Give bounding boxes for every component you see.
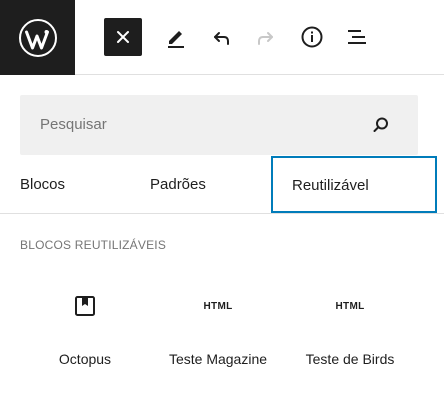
- close-inserter-button[interactable]: [104, 18, 142, 56]
- tab-reutilizavel[interactable]: Reutilizável: [271, 156, 437, 213]
- wordpress-logo-button[interactable]: [0, 0, 75, 75]
- list-view-button[interactable]: [338, 18, 376, 56]
- block-label: Teste Magazine: [168, 351, 268, 367]
- block-label: Teste de Birds: [305, 351, 395, 367]
- info-icon: [301, 26, 323, 48]
- editor-toolbar: [0, 0, 444, 75]
- section-title: BLOCOS REUTILIZÁVEIS: [20, 238, 167, 252]
- html-icon: HTML: [203, 300, 233, 312]
- redo-icon: [258, 32, 273, 45]
- undo-icon: [214, 32, 229, 45]
- bookmark-block-icon: [75, 296, 95, 316]
- block-item-teste-magazine[interactable]: HTML Teste Magazine: [148, 290, 288, 390]
- wordpress-icon: [18, 18, 57, 57]
- html-icon: HTML: [335, 300, 365, 312]
- pencil-icon: [168, 31, 184, 48]
- tab-blocos[interactable]: Blocos: [20, 156, 65, 213]
- search-input[interactable]: Pesquisar: [20, 95, 418, 155]
- block-label: Octopus: [58, 351, 112, 367]
- block-item-octopus[interactable]: Octopus: [15, 290, 155, 390]
- tab-padroes[interactable]: Padrões: [150, 156, 206, 213]
- close-icon: [117, 31, 129, 43]
- inserter-tabs: Blocos Padrões Reutilizável: [0, 156, 444, 214]
- search-placeholder: Pesquisar: [40, 116, 107, 133]
- block-item-teste-de-birds[interactable]: HTML Teste de Birds: [280, 290, 420, 390]
- undo-button[interactable]: [202, 18, 240, 56]
- list-view-icon: [348, 30, 366, 44]
- redo-button[interactable]: [247, 18, 285, 56]
- search-icon[interactable]: [372, 116, 390, 134]
- tools-button[interactable]: [157, 18, 195, 56]
- details-button[interactable]: [293, 18, 331, 56]
